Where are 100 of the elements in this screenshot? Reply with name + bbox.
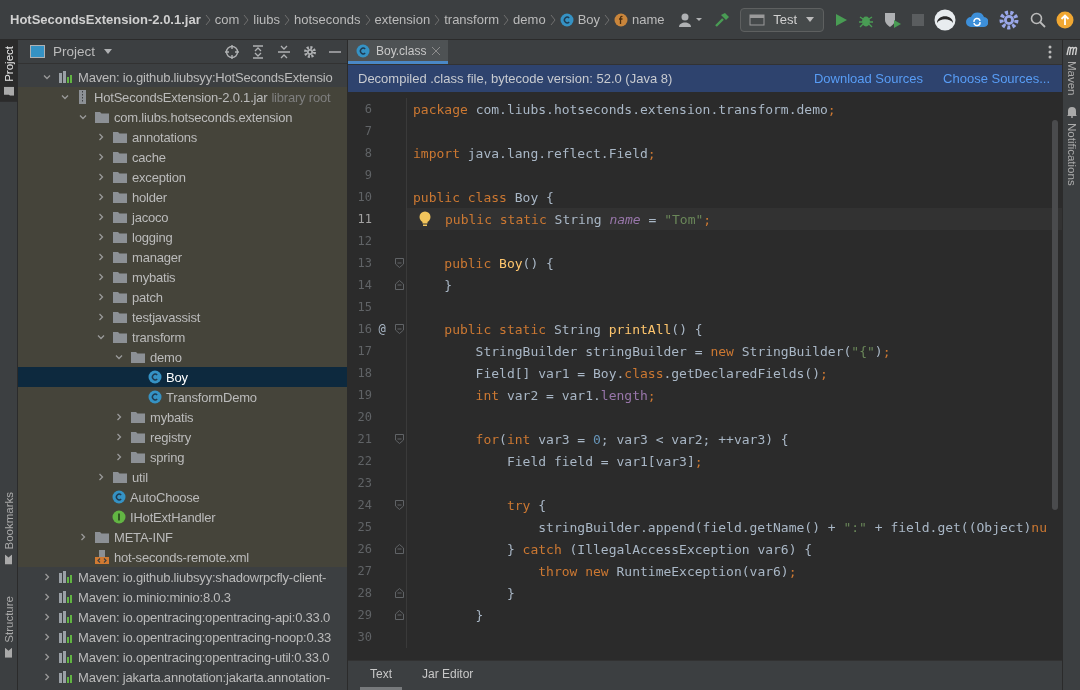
tree-item-label: Maven: io.github.liubsyy:shadowrpcfly-client- xyxy=(78,569,327,585)
fold-icon[interactable] xyxy=(394,610,404,620)
tree-item[interactable]: mybatis xyxy=(18,267,347,287)
crosshair-icon[interactable] xyxy=(225,44,239,59)
tree-item[interactable]: hot-seconds-remote.xml xyxy=(18,547,347,567)
breadcrumb[interactable]: demo xyxy=(513,12,546,27)
user-icon[interactable] xyxy=(678,11,705,28)
tree-item[interactable]: HotSecondsExtension-2.0.1.jar library root xyxy=(18,87,347,107)
tree-item-label: AutoChoose xyxy=(130,489,200,505)
code-line: stringBuilder.append(field.getName() + ":" + field.get((Object)nu xyxy=(537,519,1047,535)
scrollbar[interactable] xyxy=(1052,120,1058,510)
gutter-marker[interactable]: @ xyxy=(378,322,386,336)
tree-item[interactable]: testjavassist xyxy=(18,307,347,327)
tree-item-label: Maven: io.minio:minio:8.0.3 xyxy=(78,589,231,605)
search-icon[interactable] xyxy=(1030,11,1046,28)
tool-window-tab[interactable]: Notifications xyxy=(1065,105,1078,186)
tree-item[interactable]: TransformDemo xyxy=(18,387,347,407)
banner-link[interactable]: Download Sources xyxy=(813,71,924,86)
tree-item[interactable]: IHotExtHandler xyxy=(18,507,347,527)
tool-window-tab[interactable]: Project xyxy=(0,40,18,102)
tree-item[interactable]: META-INF xyxy=(18,527,347,547)
tree-item[interactable]: transform xyxy=(18,327,347,347)
tree-item[interactable]: holder xyxy=(18,187,347,207)
fold-icon[interactable] xyxy=(394,588,404,598)
tree-item[interactable]: Maven: io.github.liubsyy:shadowrpcfly-client- xyxy=(18,567,347,587)
breadcrumb[interactable]: liubs xyxy=(253,12,281,27)
breadcrumb[interactable]: Boy xyxy=(559,12,601,27)
fold-icon[interactable] xyxy=(394,544,404,554)
caret-icon[interactable] xyxy=(103,48,114,55)
tool-window-tab[interactable]: Bookmarks xyxy=(0,485,18,571)
fold-icon[interactable] xyxy=(394,280,404,290)
line-number: 19 xyxy=(356,388,372,402)
editor-mode-tab[interactable]: Text xyxy=(360,661,402,690)
avatar-icon[interactable] xyxy=(934,8,956,31)
class-icon xyxy=(356,43,370,58)
tree-item[interactable]: AutoChoose xyxy=(18,487,347,507)
breadcrumb[interactable]: HotSecondsExtension-2.0.1.jar xyxy=(10,12,201,27)
breadcrumb[interactable]: com xyxy=(214,12,240,27)
tree-item-label: Maven: io.opentracing:opentracing-api:0.33.0 xyxy=(78,609,331,625)
lightbulb-icon[interactable] xyxy=(419,211,431,227)
tree-item[interactable]: jacoco xyxy=(18,207,347,227)
settings-icon[interactable] xyxy=(998,8,1020,31)
shield-play-icon[interactable] xyxy=(884,11,902,28)
tree-item[interactable]: logging xyxy=(18,227,347,247)
run-configuration-dropdown[interactable]: Test xyxy=(740,7,824,32)
tree-item[interactable]: registry xyxy=(18,427,347,447)
close-icon[interactable] xyxy=(432,46,441,55)
breadcrumb[interactable]: transform xyxy=(444,12,500,27)
tree-item[interactable]: manager xyxy=(18,247,347,267)
tree-item[interactable]: spring xyxy=(18,447,347,467)
banner-link[interactable]: Choose Sources... xyxy=(943,71,1050,86)
editor-tab[interactable]: Boy.class xyxy=(348,40,449,64)
tree-item[interactable]: demo xyxy=(18,347,347,367)
tree-item[interactable]: patch xyxy=(18,287,347,307)
more-icon[interactable] xyxy=(1048,45,1052,59)
panel-title[interactable]: Project xyxy=(53,44,96,59)
fold-icon[interactable] xyxy=(394,434,404,444)
breadcrumb[interactable]: extension xyxy=(374,12,431,27)
tree-item[interactable]: cache xyxy=(18,147,347,167)
class-icon xyxy=(112,490,126,504)
folder-icon xyxy=(112,470,128,484)
tree-item[interactable]: Boy xyxy=(18,367,347,387)
bookmark-icon xyxy=(4,648,14,658)
chevron-right-icon[interactable] xyxy=(78,532,88,542)
folder-icon xyxy=(112,210,128,224)
tree-item[interactable]: Maven: io.opentracing:opentracing-noop:0.33 xyxy=(18,627,347,647)
tree-item[interactable]: Maven: io.minio:minio:8.0.3 xyxy=(18,587,347,607)
line-number: 14 xyxy=(356,278,372,292)
fold-icon[interactable] xyxy=(394,324,404,334)
stop-icon[interactable] xyxy=(912,13,924,26)
tree-item[interactable]: Maven: io.opentracing:opentracing-api:0.33.0 xyxy=(18,607,347,627)
expand-all-icon[interactable] xyxy=(251,44,265,59)
code-line: try { xyxy=(505,497,547,513)
folder-icon xyxy=(112,270,128,284)
fold-icon[interactable] xyxy=(394,500,404,510)
collapse-all-icon[interactable] xyxy=(277,44,291,59)
xml-file-icon xyxy=(94,549,110,565)
editor-mode-tab[interactable]: Jar Editor xyxy=(412,661,484,690)
line-number: 9 xyxy=(363,168,372,182)
tree-item[interactable]: exception xyxy=(18,167,347,187)
settings-icon[interactable] xyxy=(303,44,317,59)
tree-item[interactable]: Maven: io.opentracing:opentracing-util:0.33.0 xyxy=(18,647,347,667)
line-number: 15 xyxy=(356,300,372,314)
breadcrumb[interactable]: name xyxy=(614,12,665,27)
fold-icon[interactable] xyxy=(394,258,404,268)
tree-item[interactable]: util xyxy=(18,467,347,487)
tree-item[interactable]: com.liubs.hotseconds.extension xyxy=(18,107,347,127)
code-line: } xyxy=(443,277,453,293)
run-icon[interactable] xyxy=(834,12,848,27)
tree-item[interactable]: Maven: jakarta.annotation:jakarta.annotation- xyxy=(18,667,347,687)
tree-item-label: testjavassist xyxy=(132,309,201,325)
tree-item[interactable]: Maven: io.github.liubsyy:HotSecondsExtensio xyxy=(18,67,347,87)
tool-window-tab[interactable]: Maven xyxy=(1065,46,1078,96)
hammer-icon[interactable] xyxy=(714,11,731,28)
update-icon[interactable] xyxy=(1056,10,1074,29)
tool-window-tab[interactable]: Structure xyxy=(0,590,18,664)
breadcrumb[interactable]: hotseconds xyxy=(294,12,361,27)
tree-item[interactable]: annotations xyxy=(18,127,347,147)
chevron-right-icon xyxy=(503,12,510,27)
tree-item[interactable]: mybatis xyxy=(18,407,347,427)
